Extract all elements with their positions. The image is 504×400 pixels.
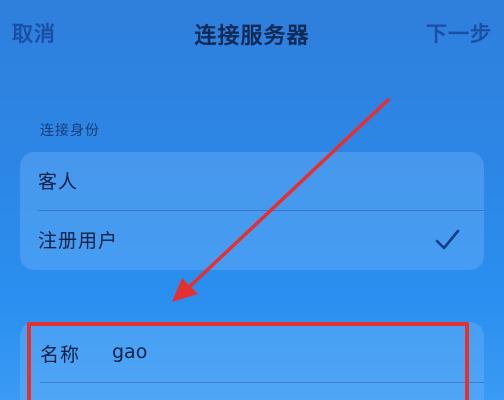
identity-option-label: 客人 (38, 171, 79, 193)
identity-section-header: 连接身份 (40, 123, 100, 139)
identity-option-label: 注册用户 (38, 230, 119, 252)
checkmark-icon (435, 229, 460, 250)
next-button[interactable]: 下一步 (426, 18, 492, 48)
navigation-bar: 取消 连接服务器 下一步 (0, 0, 504, 70)
identity-option-registered-user[interactable]: 注册用户 (20, 211, 484, 270)
identity-option-guest[interactable]: 客人 (20, 152, 484, 211)
annotation-highlight-box (27, 322, 469, 400)
identity-options-group: 客人 注册用户 (20, 152, 484, 270)
